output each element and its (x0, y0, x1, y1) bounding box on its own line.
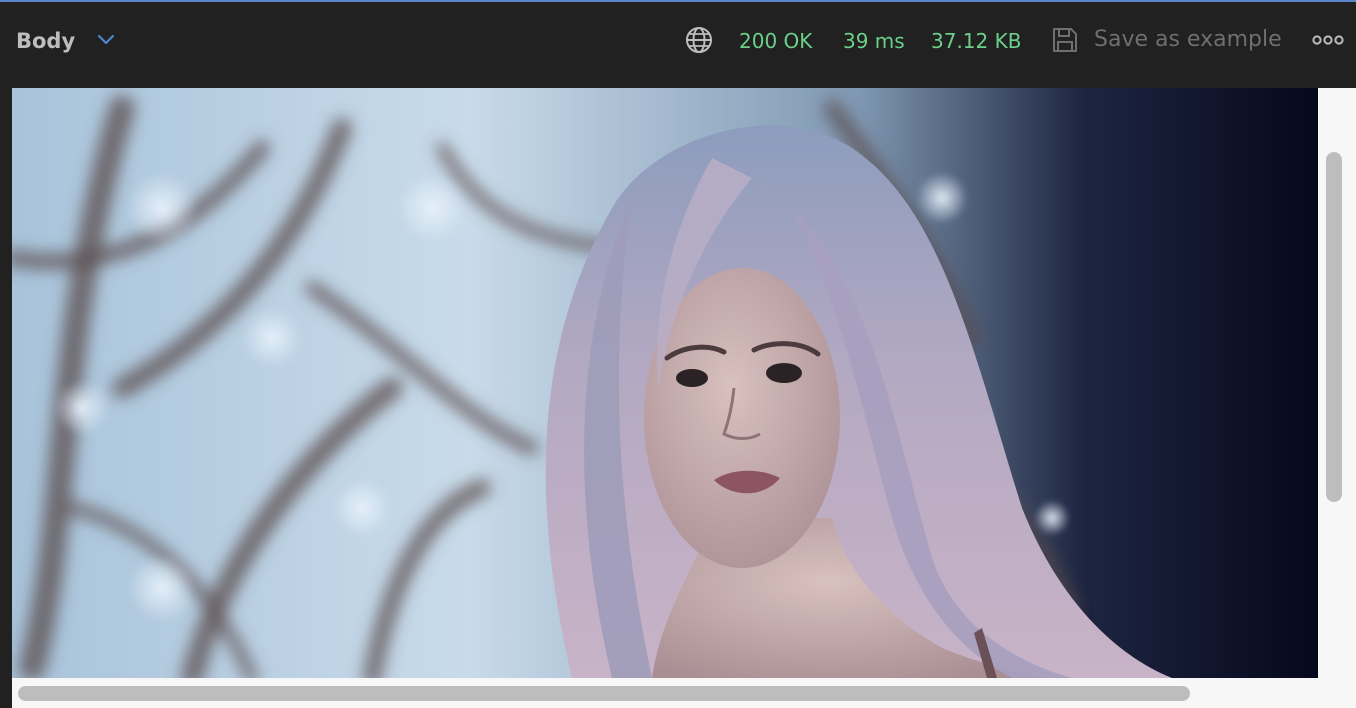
save-as-example-button[interactable]: Save as example (1050, 22, 1290, 58)
vertical-scrollbar-thumb[interactable] (1326, 152, 1342, 502)
chevron-down-icon[interactable] (96, 32, 116, 48)
save-as-example-label: Save as example (1094, 27, 1282, 52)
response-time[interactable]: 39 ms (843, 28, 905, 54)
status-code[interactable]: 200 OK (739, 28, 812, 54)
response-image (12, 88, 1318, 678)
response-size[interactable]: 37.12 KB (931, 28, 1021, 54)
more-options-icon[interactable] (1310, 30, 1346, 50)
globe-icon[interactable] (684, 25, 714, 55)
body-dropdown-label[interactable]: Body (16, 28, 75, 54)
horizontal-scrollbar-thumb[interactable] (18, 686, 1190, 701)
response-toolbar: Body 200 OK 39 ms 37.12 KB Save as examp… (0, 2, 1356, 80)
save-icon (1053, 28, 1077, 52)
response-body-viewer[interactable] (12, 88, 1356, 708)
